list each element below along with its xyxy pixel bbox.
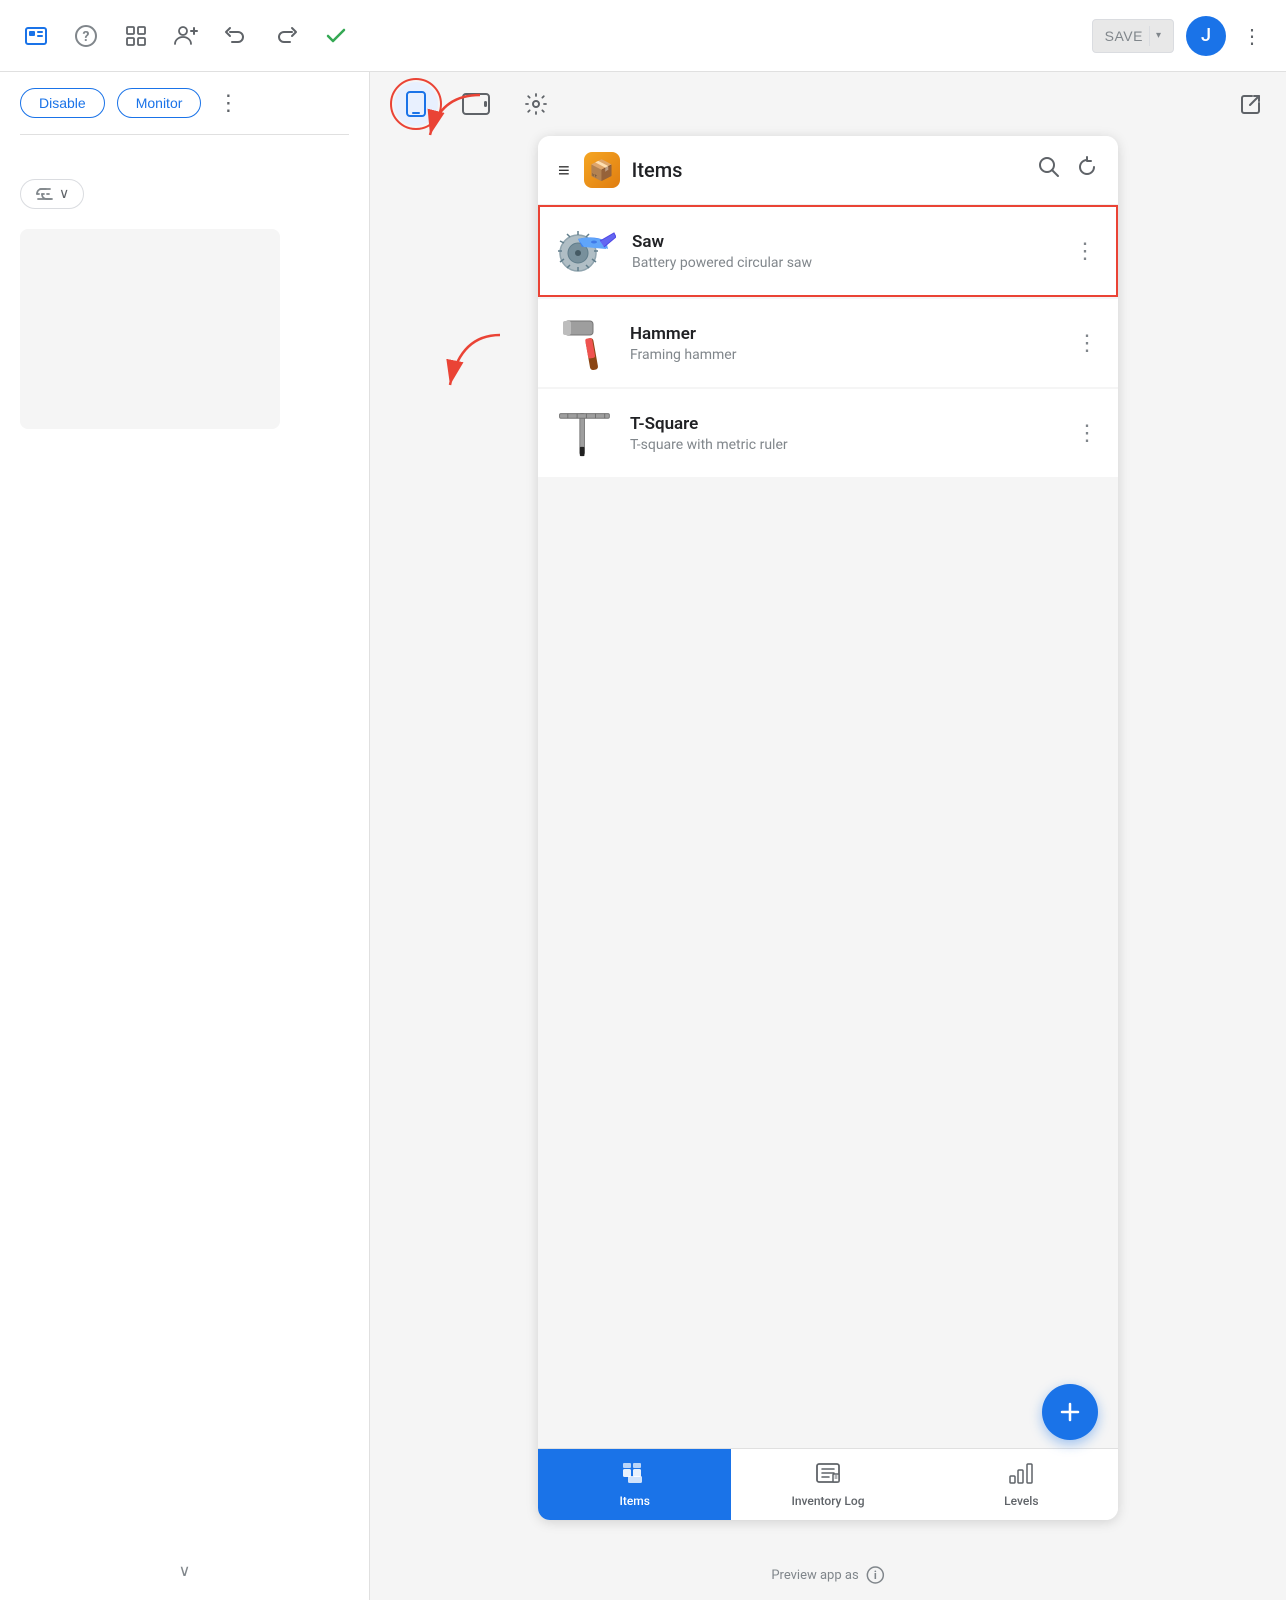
nav-levels-icon [1008,1462,1034,1490]
tsquare-info: T-Square T-square with metric ruler [630,414,1072,453]
link-dropdown-arrow: ∨ [59,186,69,202]
app-header-actions [1038,156,1098,184]
preview-toolbar [370,72,1286,136]
hammer-icon [554,313,614,373]
redo-icon[interactable] [270,20,302,52]
items-spacer [538,479,1118,679]
save-label: SAVE [1105,28,1143,44]
preview-settings-icon[interactable] [514,82,558,126]
left-sidebar: Disable Monitor ⋮ ∨ ∨ [0,72,370,1600]
save-dropdown-arrow[interactable]: ▾ [1156,30,1161,41]
disable-button[interactable]: Disable [20,88,105,118]
hammer-more-icon[interactable]: ⋮ [1072,327,1102,360]
preview-app-label: Preview app as [771,1568,858,1583]
hammer-info: Hammer Framing hammer [630,324,1072,363]
list-item-tsquare[interactable]: T-Square T-square with metric ruler ⋮ [538,389,1118,477]
refresh-icon[interactable] [1076,156,1098,184]
grid-icon[interactable] [120,20,152,52]
hammer-description: Framing hammer [630,347,1072,363]
nav-inventory-log[interactable]: Inventory Log [731,1449,924,1520]
saw-info: Saw Battery powered circular saw [632,232,1070,271]
items-list: Saw Battery powered circular saw ⋮ [538,205,1118,1448]
search-icon[interactable] [1038,156,1060,184]
preview-external-icon[interactable] [1240,93,1262,115]
hamburger-menu-icon[interactable]: ≡ [558,158,570,183]
undo-icon[interactable] [220,20,252,52]
saw-description: Battery powered circular saw [632,255,1070,271]
phone-preview: ≡ 📦 Items [538,136,1118,1520]
save-button[interactable]: SAVE ▾ [1092,19,1174,53]
tsquare-more-icon[interactable]: ⋮ [1072,417,1102,450]
saw-more-icon[interactable]: ⋮ [1070,235,1100,268]
main-preview-area: ≡ 📦 Items [370,72,1286,1600]
monitor-button[interactable]: Monitor [117,88,202,118]
sidebar-content-box [20,229,280,429]
nav-items-icon [622,1462,648,1490]
fab-add-button[interactable] [1042,1384,1098,1440]
user-avatar[interactable]: J [1186,16,1226,56]
nav-items[interactable]: Items [538,1449,731,1520]
collapse-arrow[interactable]: ∨ [179,1561,191,1580]
tsquare-description: T-square with metric ruler [630,437,1072,453]
nav-inventory-log-label: Inventory Log [791,1494,864,1508]
save-divider [1149,26,1150,46]
hammer-name: Hammer [630,324,1072,344]
app-title: Items [632,158,1038,182]
app-header: ≡ 📦 Items [538,136,1118,205]
link-dropdown[interactable]: ∨ [20,179,84,209]
active-indicator [390,78,442,130]
preview-label: Preview app as i [771,1566,884,1584]
saw-icon [556,221,616,281]
sidebar-top-bar: Disable Monitor ⋮ [0,72,369,134]
svg-text:i: i [874,1569,877,1582]
eye-icon[interactable] [20,20,52,52]
nav-levels-label: Levels [1004,1494,1038,1508]
tsquare-icon [554,403,614,463]
check-icon[interactable] [320,20,352,52]
nav-inventory-log-icon [815,1462,841,1490]
sidebar-more-icon[interactable]: ⋮ [217,91,239,116]
list-item-saw[interactable]: Saw Battery powered circular saw ⋮ [538,205,1118,297]
nav-items-label: Items [619,1494,649,1508]
svg-text:?: ? [83,29,90,45]
tsquare-name: T-Square [630,414,1072,434]
help-icon[interactable]: ? [70,20,102,52]
nav-levels[interactable]: Levels [925,1449,1118,1520]
toolbar-right: SAVE ▾ J ⋮ [1092,16,1266,56]
tablet-view-icon[interactable] [454,82,498,126]
top-toolbar: ? [0,0,1286,72]
bottom-nav: Items Inventory Log [538,1448,1118,1520]
more-options-icon[interactable]: ⋮ [1238,20,1266,52]
add-person-icon[interactable] [170,20,202,52]
saw-name: Saw [632,232,1070,252]
list-item-hammer[interactable]: Hammer Framing hammer ⋮ [538,299,1118,387]
toolbar-icons: ? [20,20,1092,52]
sidebar-content: ∨ [0,135,369,453]
phone-view-icon[interactable] [394,82,438,126]
app-icon: 📦 [584,152,620,188]
